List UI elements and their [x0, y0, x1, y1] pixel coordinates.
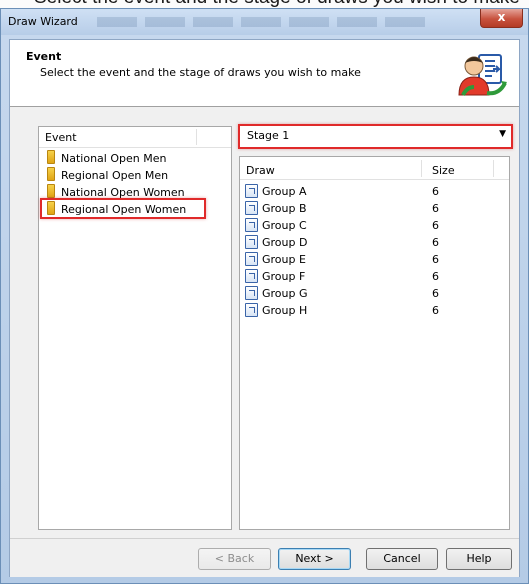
- draw-wizard-window: Draw Wizard x Event Select the event and…: [0, 8, 529, 584]
- draw-group-icon: [245, 252, 258, 266]
- step-subtitle: Select the event and the stage of draws …: [40, 66, 361, 79]
- draw-name: Group G: [262, 287, 308, 300]
- draw-name: Group H: [262, 304, 308, 317]
- column-divider[interactable]: [421, 160, 422, 177]
- event-icon: [47, 167, 55, 181]
- close-icon: x: [497, 10, 506, 24]
- event-list-header: Event: [39, 127, 231, 148]
- event-icon: [47, 184, 55, 198]
- event-column-header[interactable]: Event: [45, 131, 77, 144]
- title-bar[interactable]: Draw Wizard x: [1, 9, 528, 35]
- draw-size: 6: [432, 202, 439, 215]
- draw-size: 6: [432, 270, 439, 283]
- wizard-button-bar: < Back Next > Cancel Help: [10, 538, 519, 577]
- draw-column-header[interactable]: Draw: [246, 164, 275, 177]
- event-icon: [47, 150, 55, 164]
- draw-group-icon: [245, 218, 258, 232]
- event-item-label: Regional Open Men: [61, 169, 169, 182]
- draw-group-icon: [245, 201, 258, 215]
- draw-row[interactable]: Group G 6: [240, 285, 509, 302]
- draw-group-icon: [245, 286, 258, 300]
- step-title: Event: [26, 50, 62, 63]
- chevron-down-icon[interactable]: ▼: [499, 129, 506, 139]
- close-button[interactable]: x: [480, 9, 523, 28]
- draw-group-icon: [245, 184, 258, 198]
- draw-size: 6: [432, 287, 439, 300]
- wizard-main-panel: Event National Open Men Regional Open Me…: [10, 107, 519, 537]
- event-item-label: National Open Men: [61, 152, 167, 165]
- column-divider[interactable]: [493, 160, 494, 177]
- draw-size: 6: [432, 304, 439, 317]
- cancel-button[interactable]: Cancel: [366, 548, 438, 570]
- draw-list[interactable]: Draw Size Group A 6 Group B 6 Group C 6 …: [239, 156, 510, 530]
- draw-row[interactable]: Group E 6: [240, 251, 509, 268]
- draw-size: 6: [432, 236, 439, 249]
- size-column-header[interactable]: Size: [432, 164, 455, 177]
- draw-name: Group C: [262, 219, 307, 232]
- draw-name: Group E: [262, 253, 306, 266]
- help-button[interactable]: Help: [446, 548, 512, 570]
- draw-row[interactable]: Group A 6: [240, 183, 509, 200]
- draw-list-header: Draw Size: [240, 157, 509, 180]
- draw-row[interactable]: Group C 6: [240, 217, 509, 234]
- draw-size: 6: [432, 185, 439, 198]
- event-item[interactable]: Regional Open Men: [43, 167, 227, 184]
- draw-size: 6: [432, 253, 439, 266]
- draw-group-icon: [245, 303, 258, 317]
- draw-name: Group B: [262, 202, 307, 215]
- stage-dropdown[interactable]: Stage 1 ▼: [238, 124, 513, 149]
- draw-row[interactable]: Group H 6: [240, 302, 509, 319]
- next-button[interactable]: Next >: [278, 548, 351, 570]
- selection-highlight-outline: [40, 198, 206, 219]
- event-list[interactable]: Event National Open Men Regional Open Me…: [38, 126, 232, 530]
- wizard-person-document-icon: [458, 54, 507, 96]
- draw-group-icon: [245, 269, 258, 283]
- back-button[interactable]: < Back: [198, 548, 271, 570]
- column-divider[interactable]: [196, 129, 197, 145]
- draw-name: Group D: [262, 236, 308, 249]
- draw-name: Group F: [262, 270, 306, 283]
- stage-dropdown-value: Stage 1: [247, 129, 290, 142]
- wizard-client-area: Event Select the event and the stage of …: [9, 39, 520, 577]
- draw-group-icon: [245, 235, 258, 249]
- draw-size: 6: [432, 219, 439, 232]
- draw-row[interactable]: Group B 6: [240, 200, 509, 217]
- draw-name: Group A: [262, 185, 307, 198]
- background-titlebar-ghost: [97, 17, 427, 27]
- event-item[interactable]: National Open Men: [43, 150, 227, 167]
- wizard-header: Event Select the event and the stage of …: [10, 40, 519, 107]
- draw-row[interactable]: Group D 6: [240, 234, 509, 251]
- draw-row[interactable]: Group F 6: [240, 268, 509, 285]
- window-title: Draw Wizard: [8, 15, 78, 28]
